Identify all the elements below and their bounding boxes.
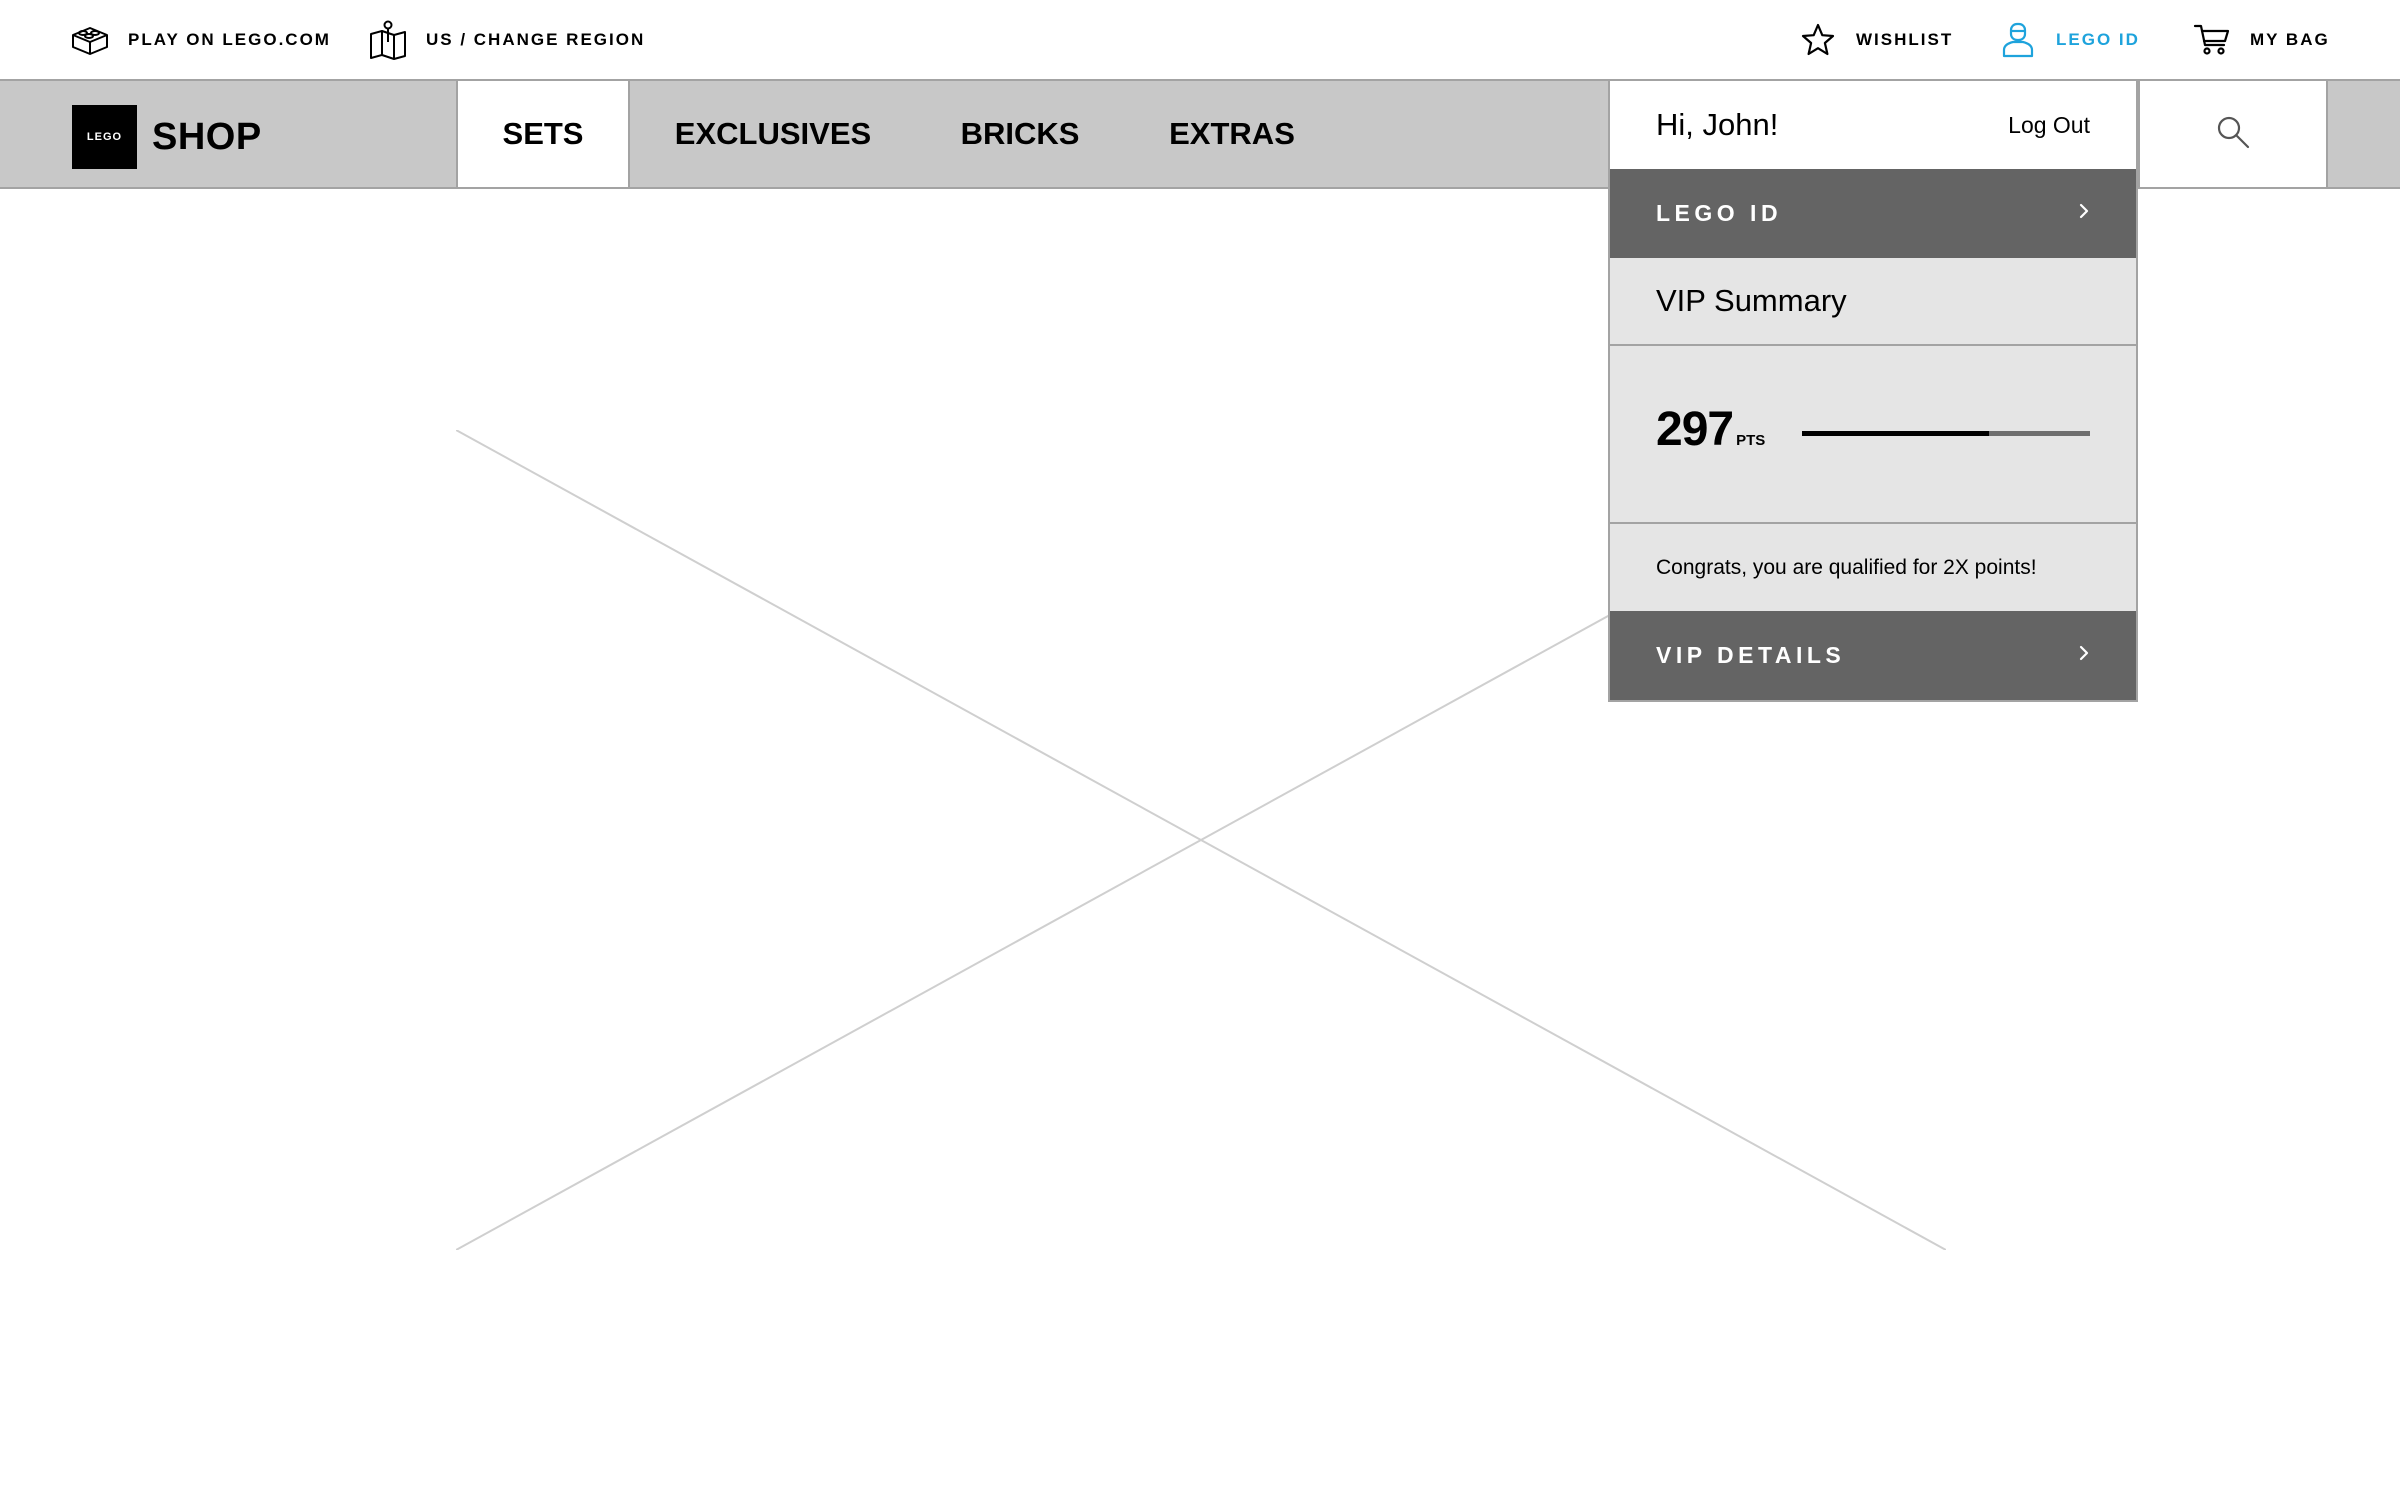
user-icon [1998, 20, 2038, 60]
star-icon [1798, 20, 1838, 60]
points-readout: 297 PTS [1656, 402, 1765, 457]
map-pin-icon [368, 20, 408, 60]
my-bag-link[interactable]: MY BAG [2192, 0, 2330, 80]
vip-details-label: VIP DETAILS [1656, 642, 1846, 668]
play-on-lego-label: PLAY ON LEGO.COM [128, 30, 331, 49]
search-button[interactable] [2138, 81, 2328, 187]
lego-brick-icon [70, 20, 110, 60]
logout-link[interactable]: Log Out [2008, 112, 2090, 139]
congrats-message: Congrats, you are qualified for 2X point… [1656, 555, 2037, 579]
change-region-label: US / CHANGE REGION [426, 30, 646, 49]
greeting-row: Hi, John! Log Out [1610, 81, 2136, 169]
lego-id-menu-button[interactable]: LEGO ID [1610, 169, 2136, 258]
shop-title: SHOP [152, 115, 262, 158]
tab-exclusives[interactable]: EXCLUSIVES [660, 81, 886, 187]
search-icon [2215, 114, 2251, 155]
points-number: 297 [1656, 403, 1734, 456]
lego-id-link[interactable]: LEGO ID [1998, 0, 2140, 80]
chevron-right-icon [2078, 644, 2090, 667]
vip-details-button[interactable]: VIP DETAILS [1610, 611, 2136, 700]
my-bag-label: MY BAG [2250, 30, 2330, 49]
lego-logo: LEGO [72, 105, 137, 169]
wishlist-link[interactable]: WISHLIST [1798, 0, 1953, 80]
lego-id-label: LEGO ID [2056, 30, 2140, 49]
change-region-link[interactable]: US / CHANGE REGION [368, 0, 645, 80]
shop-home-link[interactable]: LEGO SHOP [72, 105, 262, 169]
wishlist-label: WISHLIST [1856, 30, 1954, 49]
points-progress-fill [1802, 431, 1990, 436]
account-dropdown: Hi, John! Log Out LEGO ID VIP Summary 29… [1608, 79, 2138, 702]
greeting-text: Hi, John! [1656, 107, 1779, 142]
tab-bricks[interactable]: BRICKS [940, 81, 1100, 187]
utility-bar: PLAY ON LEGO.COM US / CHANGE REGION WISH… [0, 0, 2400, 80]
tab-extras[interactable]: EXTRAS [1150, 81, 1314, 187]
vip-summary-heading[interactable]: VIP Summary [1610, 258, 2136, 346]
vip-points-panel: 297 PTS [1610, 346, 2136, 524]
points-progress-bar [1802, 431, 2090, 436]
cart-icon [2192, 20, 2232, 60]
points-unit: PTS [1736, 432, 1766, 449]
lego-id-menu-label: LEGO ID [1656, 200, 1783, 226]
play-on-lego-link[interactable]: PLAY ON LEGO.COM [70, 0, 331, 80]
chevron-right-icon [2078, 202, 2090, 225]
tab-sets[interactable]: SETS [458, 81, 630, 187]
